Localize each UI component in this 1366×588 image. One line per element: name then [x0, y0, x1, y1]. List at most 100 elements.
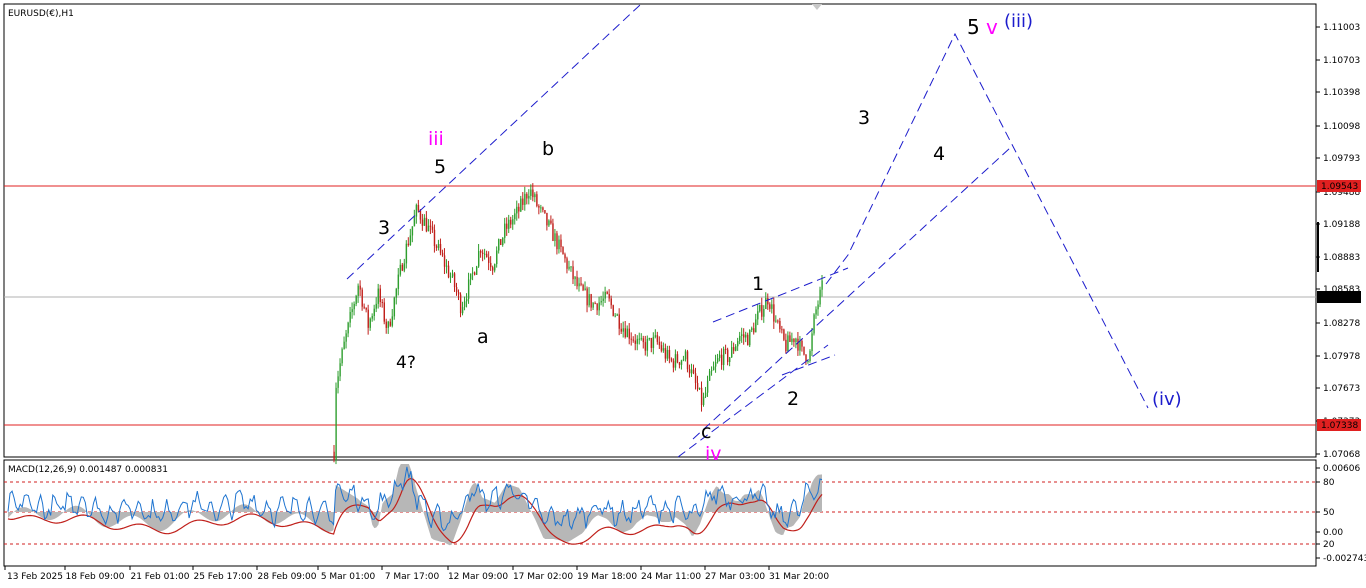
- candle-body: [457, 292, 460, 295]
- candle-body: [461, 307, 464, 314]
- time-tick-label: 7 Mar 17:00: [385, 572, 440, 582]
- candle-body: [817, 304, 819, 310]
- price-tick-label: 1.10398: [1323, 88, 1360, 98]
- candle-body: [383, 302, 386, 322]
- candle-body: [771, 304, 773, 309]
- candle-body: [387, 321, 390, 328]
- candle-body: [562, 246, 564, 255]
- candle-body: [634, 340, 637, 344]
- candle-body: [417, 204, 420, 211]
- price-tick-label: 1.07673: [1323, 384, 1360, 394]
- price-level-tag-label: 1.08517: [1321, 293, 1358, 303]
- candle-body: [722, 348, 725, 365]
- wave-label: 4?: [396, 353, 416, 373]
- candle-body: [630, 338, 633, 340]
- candle-body: [518, 206, 520, 212]
- candle-body: [741, 334, 743, 336]
- candle-body: [648, 338, 651, 340]
- candle-body: [692, 369, 695, 374]
- candle-body: [510, 219, 512, 225]
- candle-body: [389, 321, 392, 326]
- wave-label: 2: [787, 388, 799, 410]
- candle-body: [716, 358, 719, 362]
- candle-body: [739, 335, 741, 342]
- candle-body: [395, 288, 398, 298]
- candle-body: [349, 312, 351, 323]
- candle-body: [431, 226, 434, 230]
- candle-body: [737, 341, 739, 347]
- candle-body: [584, 288, 586, 291]
- candle-body: [624, 328, 626, 338]
- candle-body: [443, 255, 446, 267]
- candle-body: [656, 335, 659, 342]
- candle-body: [512, 219, 514, 225]
- candle-body: [608, 293, 610, 299]
- candle-body: [477, 250, 480, 267]
- candle-body: [345, 333, 347, 342]
- candle-body: [572, 266, 574, 280]
- candle-body: [570, 266, 572, 268]
- candle-body: [811, 333, 813, 351]
- price-tick-label: 1.10098: [1323, 122, 1360, 132]
- candle-body: [690, 369, 693, 374]
- candle-body: [688, 369, 691, 374]
- candle-body: [560, 239, 562, 247]
- candle-body: [809, 350, 811, 361]
- candle-body: [421, 219, 424, 226]
- candle-body: [813, 314, 815, 334]
- candle-body: [642, 338, 645, 343]
- candle-body: [439, 243, 442, 253]
- candle-body: [720, 354, 723, 365]
- chart-canvas: iii534?abciv12345 v (iii)(iv) 1.110031.107…: [3, 3, 1366, 582]
- candle-body: [779, 321, 781, 330]
- price-tick-label: 1.08883: [1323, 253, 1360, 263]
- candle-body: [604, 291, 606, 299]
- time-tick-label: 28 Feb 09:00: [257, 572, 316, 582]
- candle-body: [393, 297, 396, 317]
- wave-label: 5: [434, 156, 446, 178]
- candle-body: [441, 252, 444, 256]
- candle-body: [548, 220, 550, 226]
- candle-body: [598, 302, 600, 311]
- price-panel: [3, 3, 1317, 458]
- candle-body: [606, 291, 608, 294]
- candle-body: [644, 342, 647, 351]
- candle-body: [351, 309, 353, 313]
- candle-body: [785, 339, 787, 352]
- candle-body: [447, 265, 450, 278]
- candle-body: [735, 346, 737, 351]
- price-tick-label: 1.09188: [1323, 220, 1360, 230]
- candle-body: [524, 193, 526, 205]
- candle-body: [451, 273, 454, 277]
- candle-body: [522, 198, 524, 205]
- candle-body: [787, 335, 789, 352]
- candle-body: [684, 351, 687, 360]
- candle-body: [602, 298, 604, 302]
- candle-body: [337, 376, 339, 388]
- candle-body: [554, 233, 556, 241]
- candle-body: [397, 274, 400, 289]
- candle-body: [467, 279, 470, 299]
- candle-body: [385, 321, 388, 328]
- candle-body: [680, 360, 683, 365]
- candle-body: [373, 308, 375, 317]
- candle-body: [381, 302, 383, 304]
- candle-body: [363, 306, 365, 308]
- candle-body: [668, 349, 671, 359]
- candle-body: [749, 330, 751, 346]
- candle-body: [514, 213, 516, 220]
- candle-body: [586, 288, 588, 306]
- time-tick-label: 24 Mar 11:00: [641, 572, 701, 582]
- candle-body: [542, 207, 544, 211]
- candle-body: [564, 254, 566, 259]
- candle-body: [753, 328, 755, 333]
- candle-body: [795, 338, 797, 343]
- time-tick-label: 31 Mar 20:00: [769, 572, 829, 582]
- candle-body: [674, 354, 677, 368]
- candle-body: [781, 329, 783, 331]
- candle-body: [333, 451, 335, 461]
- candle-body: [576, 276, 578, 287]
- candle-body: [335, 387, 337, 461]
- candle-body: [696, 382, 699, 390]
- candle-body: [686, 351, 689, 370]
